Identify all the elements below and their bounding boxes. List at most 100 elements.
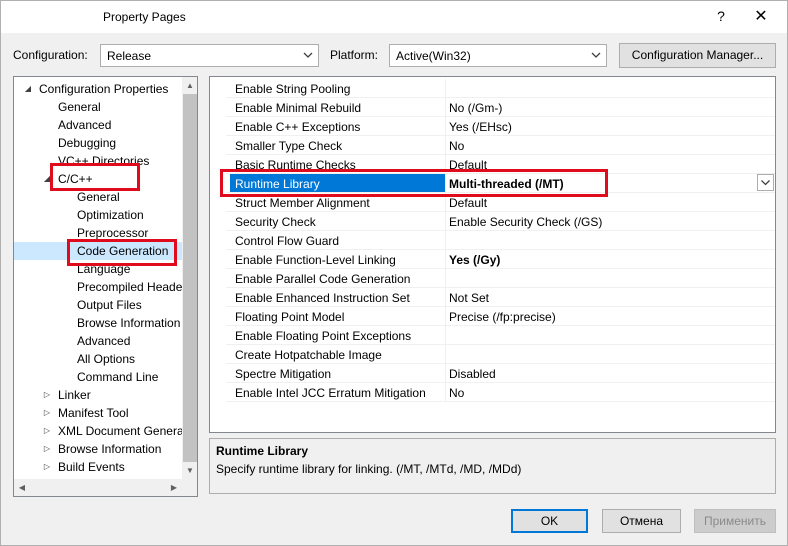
property-name: Spectre Mitigation bbox=[235, 367, 332, 381]
tree-item[interactable]: VC++ Directories bbox=[14, 152, 182, 170]
collapsed-triangle-icon[interactable]: ▷ bbox=[42, 444, 52, 454]
property-value: No bbox=[449, 139, 465, 153]
chevron-down-icon bbox=[591, 52, 601, 58]
property-row[interactable]: Enable Parallel Code Generation bbox=[226, 269, 775, 288]
property-row[interactable]: Struct Member Alignment Default bbox=[226, 193, 775, 212]
collapsed-triangle-icon[interactable]: ▷ bbox=[42, 462, 52, 472]
property-name: Enable String Pooling bbox=[235, 82, 351, 96]
tree-item[interactable]: General bbox=[14, 98, 182, 116]
tree-item[interactable]: ▷ XML Document Genera bbox=[14, 422, 184, 440]
tree-item[interactable]: Debugging bbox=[14, 134, 182, 152]
close-icon[interactable]: ✕ bbox=[751, 6, 771, 26]
property-value: No (/Gm-) bbox=[449, 101, 503, 115]
property-value: Enable Security Check (/GS) bbox=[449, 215, 603, 229]
tree-item-label: Command Line bbox=[77, 370, 159, 384]
tree-item[interactable]: ▷ Build Events bbox=[14, 458, 182, 476]
property-row[interactable]: Security Check Enable Security Check (/GS… bbox=[226, 212, 775, 231]
property-name: Create Hotpatchable Image bbox=[235, 348, 382, 362]
property-value: Yes (/EHsc) bbox=[449, 120, 512, 134]
tree-item[interactable]: Optimization bbox=[14, 206, 182, 224]
configuration-label: Configuration: bbox=[13, 48, 88, 62]
property-tree: ◢ Configuration Properties General Advanced… bbox=[13, 76, 198, 497]
tree-item-label: Browse Information bbox=[77, 316, 181, 330]
tree-horizontal-scrollbar[interactable]: ◀ ▶ bbox=[14, 479, 182, 496]
tree-item[interactable]: Preprocessor bbox=[14, 224, 182, 242]
tree-item-label: Language bbox=[77, 262, 131, 276]
tree-item-label: C/C++ bbox=[58, 172, 93, 186]
property-grid: Enable String Pooling Enable Minimal Rebu… bbox=[209, 76, 776, 433]
column-divider bbox=[445, 345, 446, 364]
collapsed-triangle-icon[interactable]: ▷ bbox=[42, 408, 52, 418]
tree-item-label: All Options bbox=[77, 352, 136, 366]
property-name: Enable Floating Point Exceptions bbox=[235, 329, 412, 343]
grid-margin bbox=[210, 77, 226, 432]
expanded-triangle-icon[interactable]: ◢ bbox=[42, 174, 52, 184]
property-row[interactable]: Enable Floating Point Exceptions bbox=[226, 326, 775, 345]
tree-item[interactable]: ▷ Linker bbox=[14, 386, 182, 404]
property-name: Struct Member Alignment bbox=[235, 196, 370, 210]
expanded-triangle-icon[interactable]: ◢ bbox=[23, 84, 33, 94]
property-row[interactable]: Enable Intel JCC Erratum Mitigation No bbox=[226, 383, 775, 402]
tree-item[interactable]: Language bbox=[14, 260, 182, 278]
property-row[interactable]: Runtime Library Multi-threaded (/MT) bbox=[226, 174, 775, 193]
description-title: Runtime Library bbox=[216, 444, 309, 458]
property-pages-dialog: Property Pages ? ✕ Configuration: Releas… bbox=[0, 0, 788, 546]
tree-item[interactable]: General bbox=[14, 188, 182, 206]
tree-vertical-scrollbar[interactable]: ▲ ▼ bbox=[182, 77, 197, 479]
value-dropdown-button[interactable] bbox=[757, 174, 774, 191]
cancel-button[interactable]: Отмена bbox=[602, 509, 681, 533]
tree-item-label: Build Events bbox=[58, 460, 125, 474]
tree-item-label: Preprocessor bbox=[77, 226, 149, 240]
property-row[interactable]: Enable Minimal Rebuild No (/Gm-) bbox=[226, 98, 775, 117]
tree-item[interactable]: ◢ Configuration Properties bbox=[14, 80, 182, 98]
scroll-right-icon[interactable]: ▶ bbox=[166, 479, 182, 496]
property-row[interactable]: Create Hotpatchable Image bbox=[226, 345, 775, 364]
configuration-value: Release bbox=[107, 49, 152, 63]
property-name: Smaller Type Check bbox=[235, 139, 343, 153]
scroll-thumb[interactable] bbox=[31, 481, 165, 494]
tree-item[interactable]: Command Line bbox=[14, 368, 182, 386]
scroll-left-icon[interactable]: ◀ bbox=[14, 479, 30, 496]
tree-item[interactable]: Advanced bbox=[14, 332, 182, 350]
tree-item[interactable]: ◢ C/C++ bbox=[14, 170, 182, 188]
tree-item[interactable]: Output Files bbox=[14, 296, 182, 314]
configuration-select[interactable]: Release bbox=[100, 44, 319, 67]
scroll-thumb[interactable] bbox=[183, 94, 197, 462]
tree-item-label: Optimization bbox=[77, 208, 144, 222]
property-row[interactable]: Floating Point Model Precise (/fp:precise… bbox=[226, 307, 775, 326]
property-row[interactable]: Control Flow Guard bbox=[226, 231, 775, 250]
tree-item-label: Advanced bbox=[58, 118, 112, 132]
tree-item-label: Advanced bbox=[77, 334, 131, 348]
tree-item-label: General bbox=[77, 190, 120, 204]
column-divider bbox=[445, 212, 446, 231]
property-row[interactable]: Enable Function-Level Linking Yes (/Gy) bbox=[226, 250, 775, 269]
property-value: Default bbox=[449, 158, 488, 172]
configuration-manager-button[interactable]: Configuration Manager... bbox=[619, 43, 776, 68]
scrollbar-corner bbox=[182, 479, 197, 496]
property-row[interactable]: Smaller Type Check No bbox=[226, 136, 775, 155]
property-value: Yes (/Gy) bbox=[449, 253, 501, 267]
property-row[interactable]: Basic Runtime Checks Default bbox=[226, 155, 775, 174]
property-row[interactable]: Enable Enhanced Instruction Set Not Set bbox=[226, 288, 775, 307]
collapsed-triangle-icon[interactable]: ▷ bbox=[42, 390, 52, 400]
tree-item[interactable]: Advanced bbox=[14, 116, 182, 134]
tree-item[interactable]: All Options bbox=[14, 350, 182, 368]
property-row[interactable]: Spectre Mitigation Disabled bbox=[226, 364, 775, 383]
help-icon[interactable]: ? bbox=[713, 8, 729, 24]
property-row[interactable]: Enable String Pooling bbox=[226, 79, 775, 98]
apply-button[interactable]: Применить bbox=[694, 509, 776, 533]
column-divider bbox=[445, 79, 446, 98]
tree-item[interactable]: Code Generation bbox=[14, 242, 182, 260]
tree-item-label: Debugging bbox=[58, 136, 117, 150]
property-name: Basic Runtime Checks bbox=[235, 158, 356, 172]
ok-button[interactable]: OK bbox=[511, 509, 588, 533]
tree-item[interactable]: ▷ Manifest Tool bbox=[14, 404, 182, 422]
scroll-down-icon[interactable]: ▼ bbox=[182, 462, 197, 479]
tree-item[interactable]: ▷ Browse Information bbox=[14, 440, 182, 458]
platform-select[interactable]: Active(Win32) bbox=[389, 44, 607, 67]
tree-item[interactable]: Precompiled Heade bbox=[14, 278, 182, 296]
tree-item[interactable]: Browse Information bbox=[14, 314, 182, 332]
property-row[interactable]: Enable C++ Exceptions Yes (/EHsc) bbox=[226, 117, 775, 136]
collapsed-triangle-icon[interactable]: ▷ bbox=[42, 426, 52, 436]
scroll-up-icon[interactable]: ▲ bbox=[182, 77, 197, 94]
